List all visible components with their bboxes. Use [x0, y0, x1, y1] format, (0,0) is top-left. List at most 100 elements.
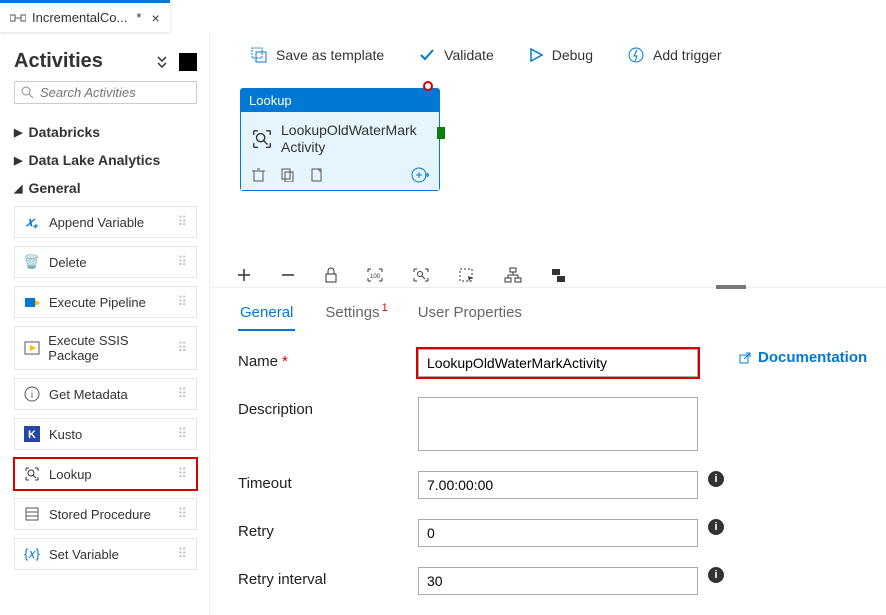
tab-close-icon[interactable]: ×: [151, 10, 159, 26]
sidebar-title: Activities: [14, 50, 103, 73]
validate-button[interactable]: Validate: [418, 46, 494, 64]
activity-lookup[interactable]: Lookup ⠿: [14, 458, 197, 490]
retry-interval-input[interactable]: [418, 567, 698, 595]
template-icon: [250, 46, 268, 64]
description-input[interactable]: [418, 397, 698, 451]
activity-execute-ssis[interactable]: Execute SSIS Package ⠿: [14, 326, 197, 370]
tree-databricks[interactable]: ▶ Databricks: [14, 118, 197, 146]
retry-interval-label: Retry interval: [238, 567, 418, 588]
grip-icon: ⠿: [177, 340, 188, 356]
tab-dirty-indicator: *: [136, 10, 141, 25]
search-activities[interactable]: [14, 81, 197, 104]
node-port-top[interactable]: [423, 81, 433, 91]
zoom-reset-icon[interactable]: 100: [366, 267, 384, 283]
lock-icon[interactable]: [324, 267, 338, 283]
debug-button[interactable]: Debug: [528, 47, 593, 63]
zoom-out-icon[interactable]: [280, 267, 296, 283]
collapse-icon[interactable]: [155, 55, 169, 69]
canvas-toolbar: 100: [210, 259, 886, 287]
retry-input[interactable]: [418, 519, 698, 547]
tab-settings[interactable]: Settings1: [323, 298, 387, 331]
info-icon[interactable]: i: [708, 471, 724, 487]
execute-ssis-icon: [23, 339, 40, 357]
svg-text:K: K: [28, 429, 36, 441]
activity-kusto[interactable]: KKusto ⠿: [14, 418, 197, 450]
activity-label: Kusto: [49, 427, 82, 442]
panel-resize-handle[interactable]: [716, 285, 746, 289]
activity-label: Stored Procedure: [49, 507, 151, 522]
caret-down-icon: ◢: [14, 182, 22, 195]
grip-icon: ⠿: [177, 466, 188, 482]
stop-icon[interactable]: [179, 53, 197, 71]
retry-label: Retry: [238, 519, 418, 540]
svg-text:100: 100: [370, 274, 381, 280]
grip-icon: ⠿: [177, 294, 188, 310]
zoom-fit-icon[interactable]: [412, 267, 430, 283]
tree-data-lake-analytics[interactable]: ▶ Data Lake Analytics: [14, 146, 197, 174]
add-trigger-button[interactable]: Add trigger: [627, 46, 721, 64]
info-icon[interactable]: i: [708, 567, 724, 583]
trigger-icon: [627, 46, 645, 64]
search-input[interactable]: [40, 85, 190, 100]
layout-icon[interactable]: [504, 267, 522, 283]
name-input[interactable]: [418, 349, 698, 377]
activity-stored-procedure[interactable]: Stored Procedure ⠿: [14, 498, 197, 530]
select-icon[interactable]: [458, 267, 476, 283]
pipeline-icon: [10, 12, 26, 24]
properties-tabs: General Settings1 User Properties: [210, 287, 886, 331]
align-icon[interactable]: [550, 267, 566, 283]
tab-bar: IncrementalCo... * ×: [0, 0, 886, 32]
tab-label: User Properties: [418, 304, 522, 321]
node-port-success[interactable]: [437, 127, 445, 139]
activity-set-variable[interactable]: {𝑥}Set Variable ⠿: [14, 538, 197, 570]
activity-label: Execute Pipeline: [49, 295, 146, 310]
node-delete-icon[interactable]: [251, 167, 266, 182]
button-label: Validate: [444, 47, 494, 63]
documentation-link[interactable]: Documentation: [738, 349, 867, 366]
activity-append-variable[interactable]: 𝑥₊ Append Variable ⠿: [14, 206, 197, 238]
external-link-icon: [738, 351, 752, 365]
link-label: Documentation: [758, 349, 867, 366]
pipeline-tab[interactable]: IncrementalCo... * ×: [0, 0, 170, 32]
grip-icon: ⠿: [177, 506, 188, 522]
append-variable-icon: 𝑥₊: [23, 213, 41, 231]
activity-execute-pipeline[interactable]: Execute Pipeline ⠿: [14, 286, 197, 318]
tab-badge: 1: [382, 302, 388, 314]
caret-right-icon: ▶: [14, 154, 22, 167]
kusto-icon: K: [23, 425, 41, 443]
button-label: Debug: [552, 47, 593, 63]
lookup-icon: [23, 465, 41, 483]
pipeline-canvas[interactable]: Lookup LookupOldWaterMarkActivity: [210, 78, 886, 259]
timeout-input[interactable]: [418, 471, 698, 499]
tab-general[interactable]: General: [238, 298, 295, 331]
zoom-in-icon[interactable]: [236, 267, 252, 283]
grip-icon: ⠿: [177, 254, 188, 270]
save-as-template-button[interactable]: Save as template: [250, 46, 384, 64]
caret-right-icon: ▶: [14, 126, 22, 139]
activity-delete[interactable]: 🗑️Delete ⠿: [14, 246, 197, 278]
execute-pipeline-icon: [23, 293, 41, 311]
activity-label: Append Variable: [49, 215, 144, 230]
button-label: Save as template: [276, 47, 384, 63]
activity-label: Execute SSIS Package: [48, 333, 177, 363]
node-copy-icon[interactable]: [309, 167, 324, 182]
tab-title: IncrementalCo...: [32, 10, 127, 25]
node-clone-icon[interactable]: [280, 167, 295, 182]
tree-label: Databricks: [28, 124, 100, 140]
description-label: Description: [238, 397, 418, 418]
button-label: Add trigger: [653, 47, 721, 63]
activity-label: Delete: [49, 255, 87, 270]
pipeline-toolbar: Save as template Validate Debug Add trig…: [210, 32, 886, 78]
tree-label: General: [28, 180, 80, 196]
activities-sidebar: Activities ▶ Databricks ▶ Data Lake Anal…: [0, 32, 210, 615]
grip-icon: ⠿: [177, 214, 188, 230]
activity-get-metadata[interactable]: iGet Metadata ⠿: [14, 378, 197, 410]
tab-user-properties[interactable]: User Properties: [416, 298, 524, 331]
lookup-activity-node[interactable]: Lookup LookupOldWaterMarkActivity: [240, 88, 440, 191]
sidebar-header: Activities: [14, 40, 197, 73]
tree-general[interactable]: ◢ General: [14, 174, 197, 202]
info-icon[interactable]: i: [708, 519, 724, 535]
node-add-output-icon[interactable]: [411, 166, 429, 184]
set-variable-icon: {𝑥}: [23, 545, 41, 563]
tab-label: General: [240, 304, 293, 321]
